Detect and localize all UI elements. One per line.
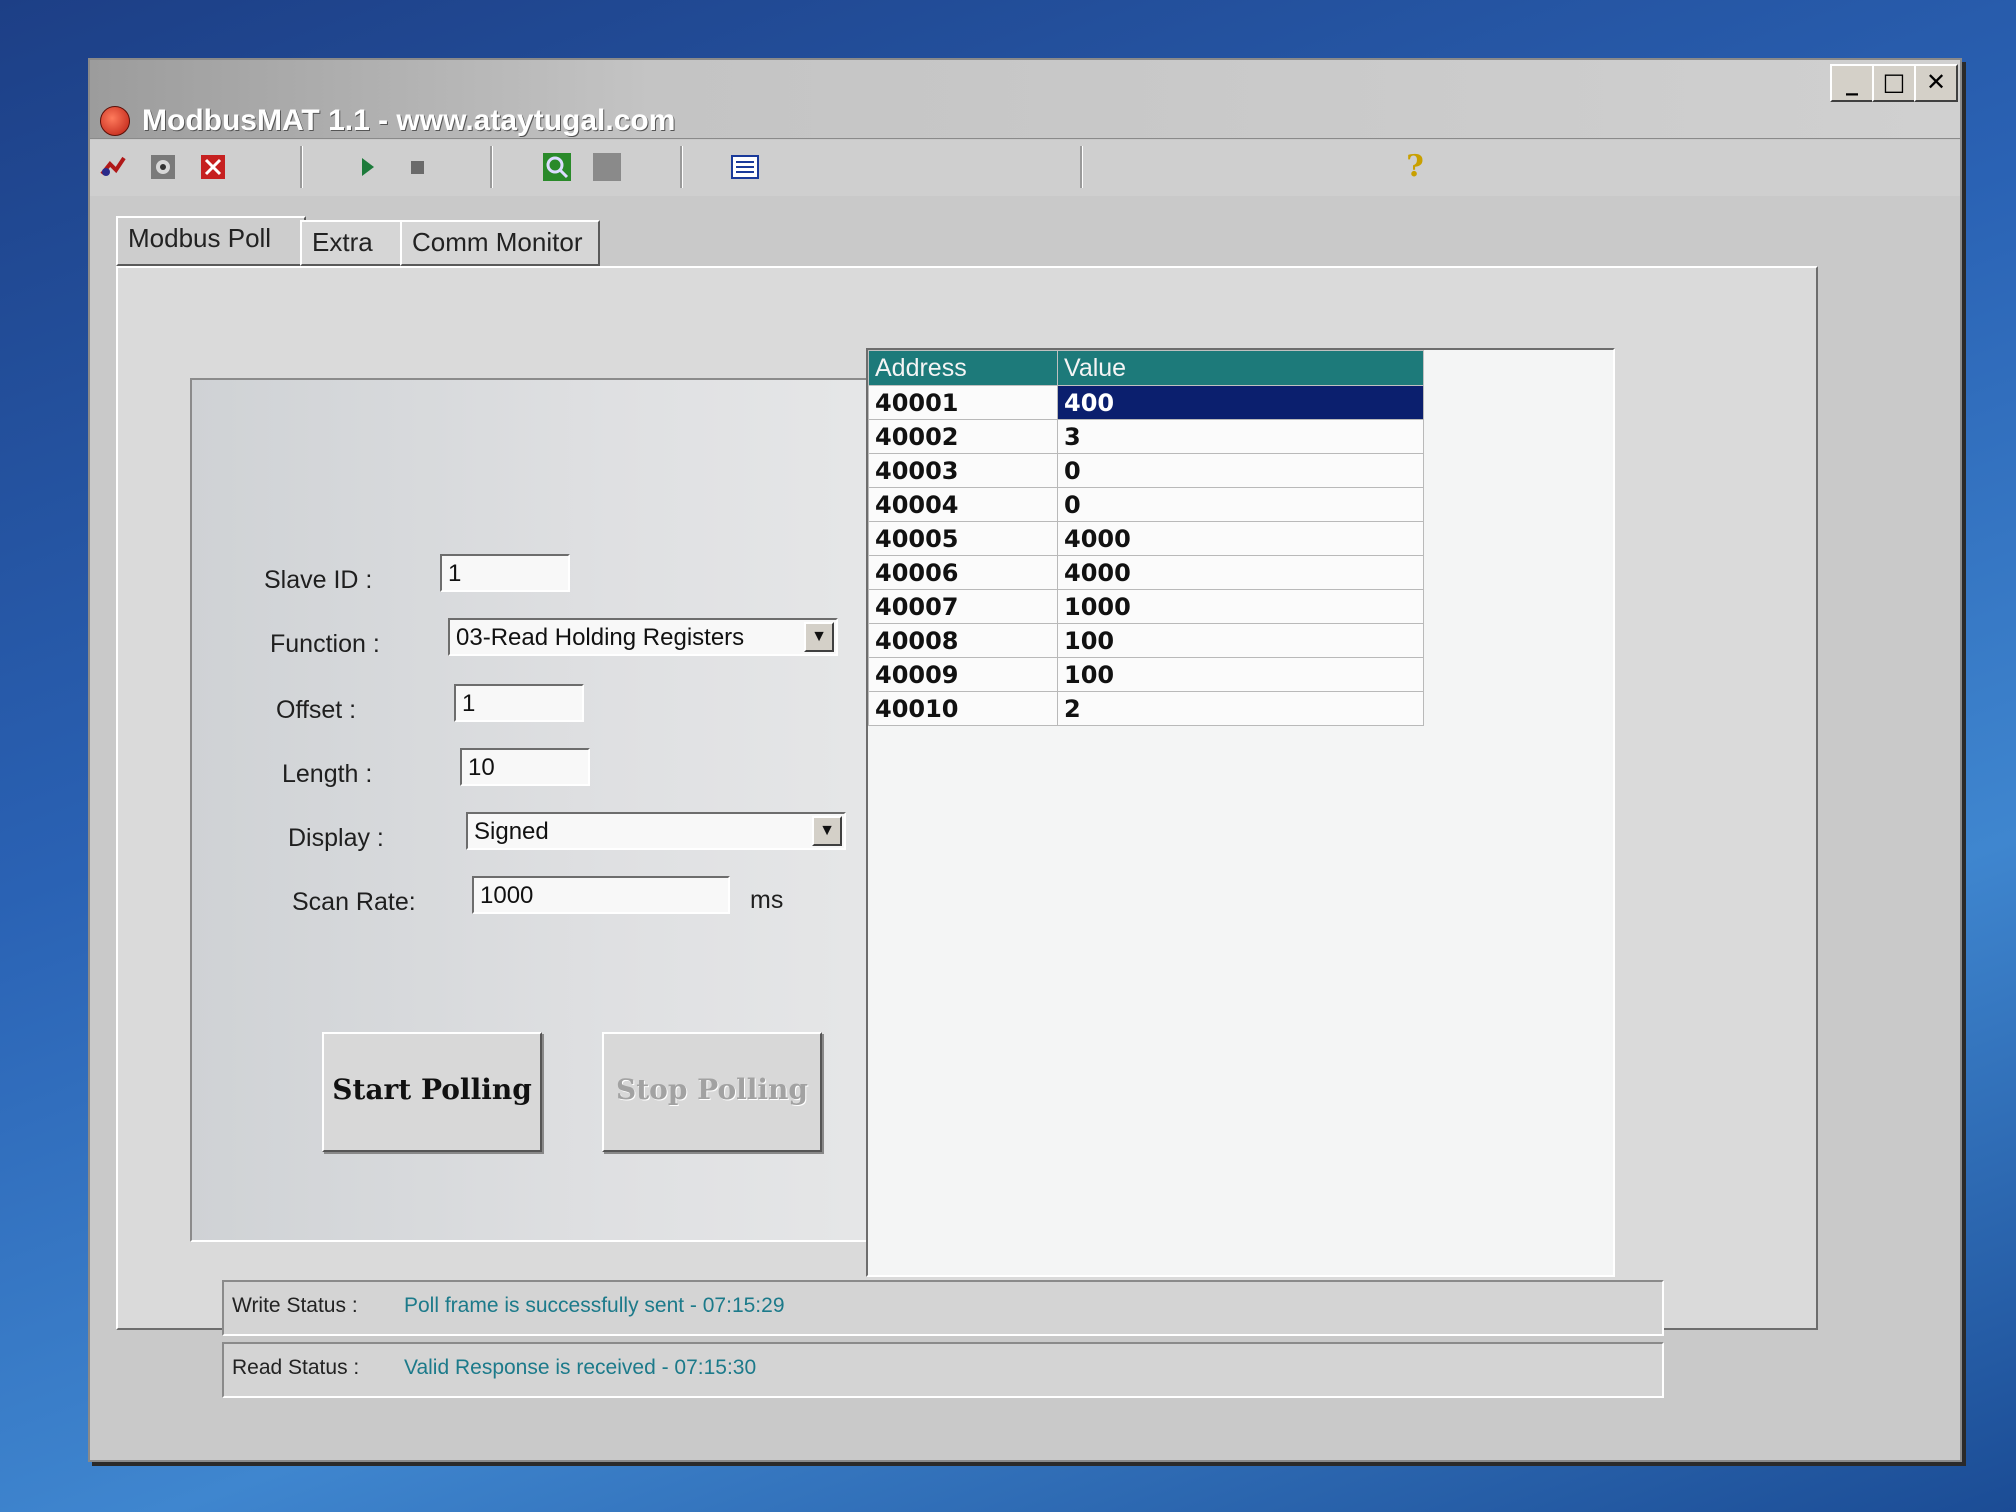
- register-table: Address Value 40001 400 40002 3 40003 0 40004 0…: [868, 350, 1424, 726]
- connect-icon[interactable]: [98, 152, 128, 182]
- title-bar[interactable]: ModbusMAT 1.1 - www.ataytugal.com _ □ ✕: [90, 60, 1960, 139]
- scan-rate-unit: ms: [750, 886, 784, 914]
- scan-rate-label: Scan Rate:: [292, 888, 416, 916]
- tab-extra[interactable]: Extra: [300, 220, 404, 266]
- scan-rate-field[interactable]: 1000: [472, 876, 730, 914]
- value-cell[interactable]: 3: [1057, 419, 1424, 454]
- value-cell[interactable]: 4000: [1057, 521, 1424, 556]
- value-column-header[interactable]: Value: [1057, 350, 1424, 386]
- square-icon[interactable]: [592, 152, 622, 182]
- table-row[interactable]: 40007 1000: [868, 589, 1424, 624]
- table-row[interactable]: 40009 100: [868, 657, 1424, 692]
- address-cell[interactable]: 40007: [868, 589, 1058, 624]
- play-icon[interactable]: [352, 152, 382, 182]
- write-status-text: Poll frame is successfully sent - 07:15:…: [404, 1294, 785, 1317]
- offset-label: Offset :: [276, 696, 357, 724]
- poll-settings-group: Slave ID : 1 Function : 03-Read Holding …: [190, 378, 894, 1242]
- table-row[interactable]: 40002 3: [868, 419, 1424, 454]
- display-select-value: Signed: [474, 818, 549, 845]
- stop-polling-button[interactable]: Stop Polling: [602, 1032, 822, 1152]
- status-area: Write Status : Poll frame is successfull…: [222, 1280, 1664, 1450]
- length-field[interactable]: 10: [460, 748, 590, 786]
- address-cell[interactable]: 40010: [868, 691, 1058, 726]
- read-status-label: Read Status :: [232, 1356, 360, 1379]
- value-cell[interactable]: 4000: [1057, 555, 1424, 590]
- help-icon[interactable]: ?: [1400, 152, 1430, 182]
- list-icon[interactable]: [730, 152, 760, 182]
- table-header-row: Address Value: [868, 350, 1424, 386]
- display-select[interactable]: Signed ▼: [466, 812, 846, 850]
- table-row[interactable]: 40008 100: [868, 623, 1424, 658]
- function-select[interactable]: 03-Read Holding Registers ▼: [448, 618, 838, 656]
- toolbar-separator: [490, 146, 493, 188]
- address-cell[interactable]: 40005: [868, 521, 1058, 556]
- toolbar-separator: [300, 146, 303, 188]
- slave-id-field[interactable]: 1: [440, 554, 570, 592]
- value-cell[interactable]: 100: [1057, 657, 1424, 692]
- table-row[interactable]: 40003 0: [868, 453, 1424, 488]
- toolbar: ?: [90, 140, 1960, 196]
- display-label: Display :: [288, 824, 384, 852]
- modbus-poll-panel: Slave ID : 1 Function : 03-Read Holding …: [116, 266, 1818, 1330]
- table-row[interactable]: 40004 0: [868, 487, 1424, 522]
- table-row[interactable]: 40006 4000: [868, 555, 1424, 590]
- read-status-row: Read Status : Valid Response is received…: [222, 1342, 1664, 1398]
- minimize-button[interactable]: _: [1830, 64, 1874, 102]
- address-cell[interactable]: 40004: [868, 487, 1058, 522]
- tab-comm-monitor[interactable]: Comm Monitor: [400, 220, 600, 266]
- write-status-row: Write Status : Poll frame is successfull…: [222, 1280, 1664, 1336]
- stop-icon[interactable]: [402, 152, 432, 182]
- toolbar-separator: [1080, 146, 1083, 188]
- address-column-header[interactable]: Address: [868, 350, 1058, 386]
- offset-field[interactable]: 1: [454, 684, 584, 722]
- start-polling-button[interactable]: Start Polling: [322, 1032, 542, 1152]
- address-cell[interactable]: 40001: [868, 385, 1058, 420]
- address-cell[interactable]: 40003: [868, 453, 1058, 488]
- table-row[interactable]: 40010 2: [868, 691, 1424, 726]
- maximize-button[interactable]: □: [1872, 64, 1916, 102]
- tab-modbus-poll[interactable]: Modbus Poll: [116, 216, 306, 266]
- value-cell[interactable]: 100: [1057, 623, 1424, 658]
- search-icon[interactable]: [542, 152, 572, 182]
- register-table-body: 40001 400 40002 3 40003 0 40004 0 40005 4000 40006…: [868, 385, 1424, 726]
- register-grid-panel: Address Value 40001 400 40002 3 40003 0 40004 0…: [866, 348, 1615, 1277]
- toolbar-separator: [680, 146, 683, 188]
- window-title: ModbusMAT 1.1 - www.ataytugal.com: [142, 104, 676, 137]
- disconnect-icon[interactable]: [198, 152, 228, 182]
- chevron-down-icon[interactable]: ▼: [812, 816, 842, 846]
- address-cell[interactable]: 40009: [868, 657, 1058, 692]
- value-cell[interactable]: 0: [1057, 453, 1424, 488]
- write-status-label: Write Status :: [232, 1294, 358, 1317]
- value-cell[interactable]: 400: [1057, 385, 1424, 420]
- close-button[interactable]: ✕: [1914, 64, 1958, 102]
- function-label: Function :: [270, 630, 380, 658]
- app-icon: [100, 106, 130, 136]
- settings-icon[interactable]: [148, 152, 178, 182]
- table-row[interactable]: 40001 400: [868, 385, 1424, 420]
- value-cell[interactable]: 0: [1057, 487, 1424, 522]
- value-cell[interactable]: 1000: [1057, 589, 1424, 624]
- table-row[interactable]: 40005 4000: [868, 521, 1424, 556]
- function-select-value: 03-Read Holding Registers: [456, 624, 745, 651]
- chevron-down-icon[interactable]: ▼: [804, 622, 834, 652]
- length-label: Length :: [282, 760, 373, 788]
- address-cell[interactable]: 40006: [868, 555, 1058, 590]
- app-window: ModbusMAT 1.1 - www.ataytugal.com _ □ ✕: [88, 58, 1962, 1462]
- address-cell[interactable]: 40008: [868, 623, 1058, 658]
- read-status-text: Valid Response is received - 07:15:30: [404, 1356, 757, 1379]
- address-cell[interactable]: 40002: [868, 419, 1058, 454]
- value-cell[interactable]: 2: [1057, 691, 1424, 726]
- slave-id-label: Slave ID :: [264, 566, 373, 594]
